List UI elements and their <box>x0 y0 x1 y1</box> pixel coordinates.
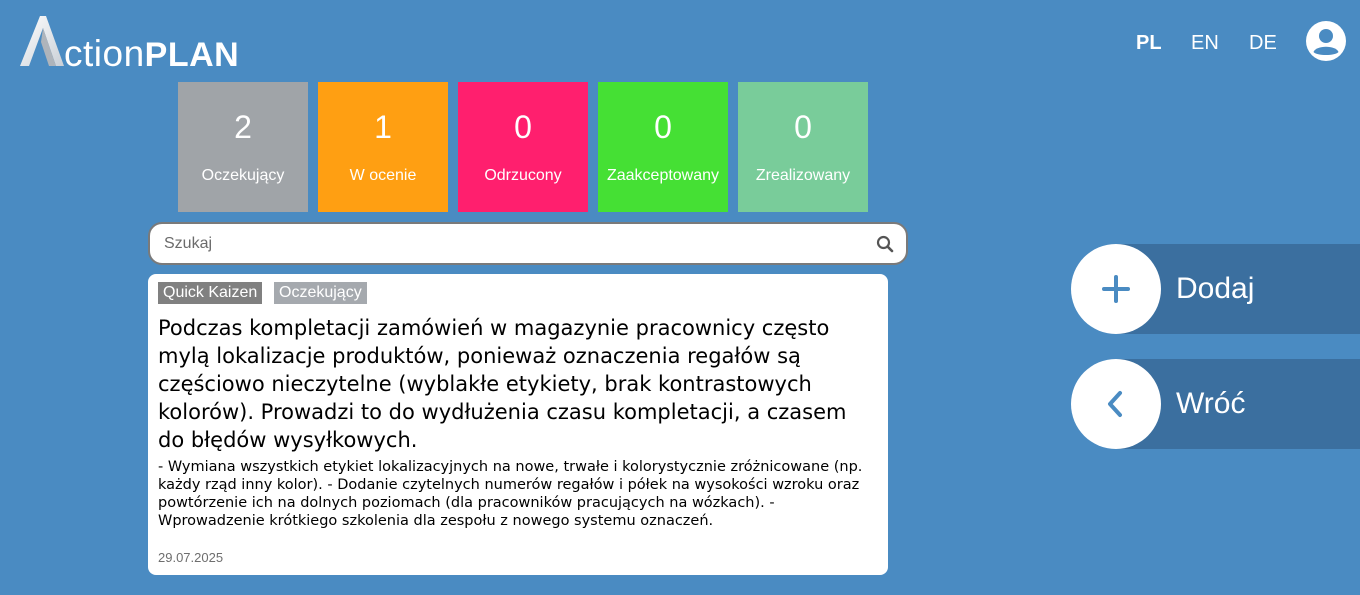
search-icon[interactable] <box>876 235 894 253</box>
plus-icon <box>1102 275 1130 303</box>
status-label: Odrzucony <box>484 167 562 184</box>
logo-wordmark: ctionPLAN <box>64 34 239 75</box>
category-tag: Quick Kaizen <box>158 282 263 304</box>
status-tile-odrzucony[interactable]: 0 Odrzucony <box>458 82 588 212</box>
idea-date: 29.07.2025 <box>158 550 224 565</box>
language-de[interactable]: DE <box>1249 32 1277 54</box>
status-tile-zrealizowany[interactable]: 0 Zrealizowany <box>738 82 868 212</box>
status-count: 0 <box>794 109 812 145</box>
status-label: W ocenie <box>349 167 417 184</box>
status-tile-zaakceptowany[interactable]: 0 Zaakceptowany <box>598 82 728 212</box>
add-button-label: Dodaj <box>1176 272 1255 305</box>
status-count: 0 <box>654 109 672 145</box>
add-button[interactable]: Dodaj <box>1071 244 1360 334</box>
back-button-label: Wróć <box>1176 387 1246 420</box>
account-circle-icon <box>1306 21 1346 61</box>
status-label: Zrealizowany <box>755 167 851 184</box>
back-button-circle <box>1071 359 1161 449</box>
idea-solution-text: - Wymiana wszystkich etykiet lokalizacyj… <box>158 459 863 529</box>
logo-text-light: ction <box>64 33 145 74</box>
status-count: 0 <box>514 109 532 145</box>
status-count: 1 <box>374 109 392 145</box>
status-label: Oczekujący <box>201 167 285 184</box>
chevron-left-icon <box>1108 391 1122 417</box>
status-label: Zaakceptowany <box>606 167 720 184</box>
status-tile-oczekujacy[interactable]: 2 Oczekujący <box>178 82 308 212</box>
language-pl[interactable]: PL <box>1136 32 1162 54</box>
status-tile-w-ocenie[interactable]: 1 W ocenie <box>318 82 448 212</box>
status-count: 2 <box>234 109 252 145</box>
search-bar <box>148 222 908 265</box>
back-button[interactable]: Wróć <box>1071 359 1360 449</box>
status-tag: Oczekujący <box>274 282 367 304</box>
idea-problem-text: Podczas kompletacji zamówień w magazynie… <box>158 316 847 452</box>
language-en[interactable]: EN <box>1191 32 1219 54</box>
logo-text-bold: PLAN <box>144 36 240 74</box>
idea-card[interactable]: Quick Kaizen Oczekujący Podczas kompleta… <box>148 274 888 575</box>
user-account-button[interactable] <box>1306 21 1346 61</box>
add-button-circle <box>1071 244 1161 334</box>
search-input[interactable] <box>164 232 854 256</box>
logo-a-mark <box>20 16 64 66</box>
app-logo: ctionPLAN <box>20 16 239 74</box>
